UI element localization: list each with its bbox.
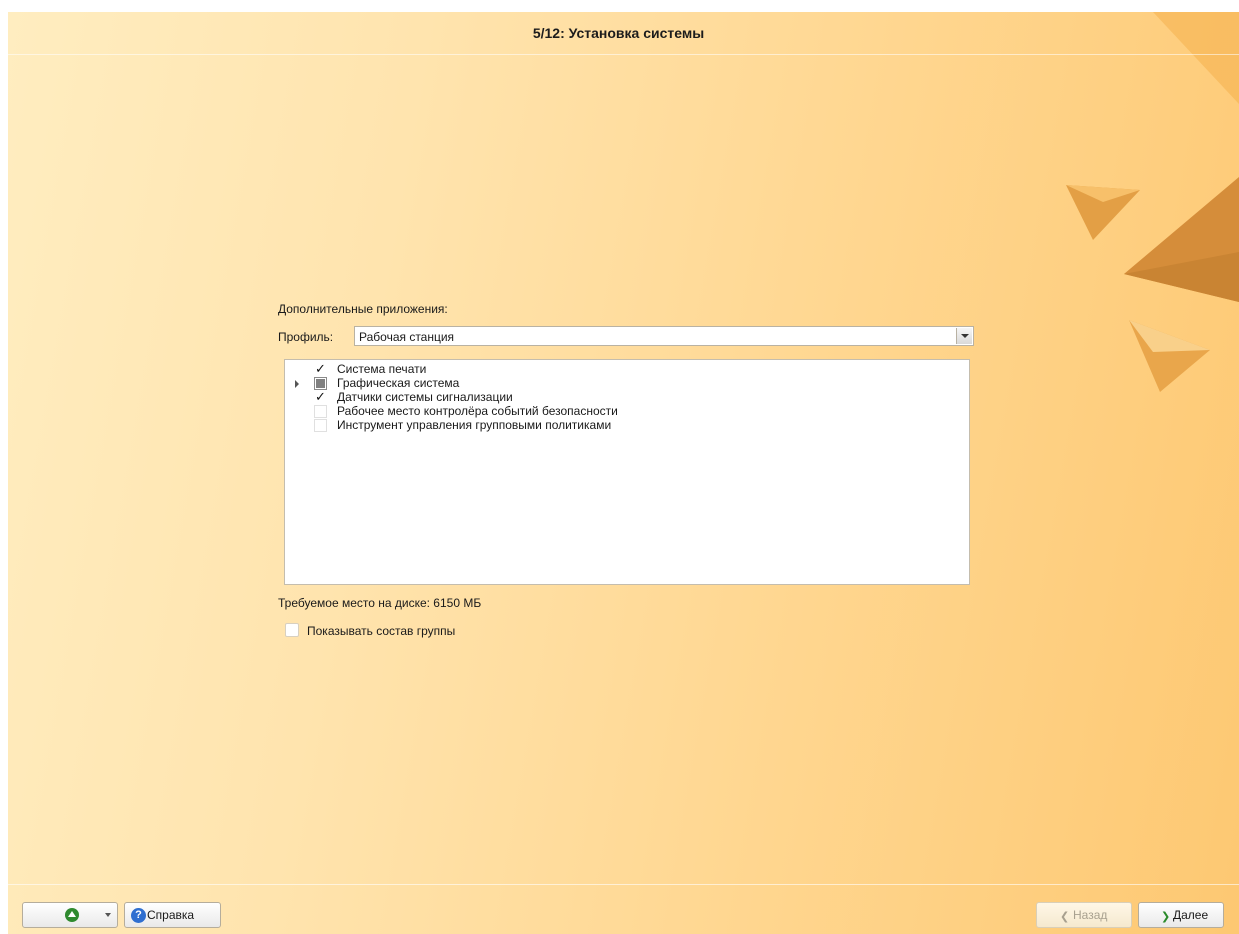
help-button[interactable]: ? Справка [124, 902, 221, 928]
checkbox-unchecked-icon[interactable] [314, 419, 327, 432]
chevron-right-icon: ❯ [1161, 911, 1171, 923]
tree-item-alarm-sensors[interactable]: ✓ Датчики системы сигнализации [285, 390, 965, 405]
title-bar: 5/12: Установка системы [8, 12, 1239, 55]
next-button[interactable]: ❯ Далее [1138, 902, 1224, 928]
tree-item-label: Графическая система [337, 376, 460, 390]
tree-item-label: Инструмент управления групповыми политик… [337, 418, 612, 432]
next-button-label: Далее [1173, 908, 1209, 922]
green-up-arrow-icon [65, 908, 79, 922]
chevron-left-icon: ❮ [1060, 911, 1070, 923]
app-group-tree[interactable]: ✓ Система печати Графическая система ✓ Д… [284, 359, 970, 585]
show-group-label: Показывать состав группы [307, 624, 456, 638]
tree-item-label: Система печати [337, 362, 427, 376]
back-button[interactable]: ❮ Назад [1036, 902, 1132, 928]
profile-row: Профиль: Рабочая станция [278, 326, 977, 348]
bottom-bar: ? Справка ❮ Назад ❯ Далее [8, 884, 1239, 934]
checkbox-checked-icon[interactable]: ✓ [314, 362, 327, 376]
back-button-label: Назад [1073, 908, 1108, 922]
checkbox-unchecked-icon[interactable] [285, 623, 299, 637]
question-mark-icon: ? [131, 908, 146, 923]
help-button-label: Справка [147, 908, 195, 922]
profile-label: Профиль: [278, 330, 334, 344]
disk-space-label: Требуемое место на диске: 6150 МБ [278, 596, 482, 610]
tree-item-label: Рабочее место контролёра событий безопас… [337, 404, 618, 418]
tree-item-security-controller[interactable]: Рабочее место контролёра событий безопас… [285, 405, 965, 419]
chevron-down-icon [105, 913, 111, 917]
additional-apps-label: Дополнительные приложения: [278, 302, 448, 316]
chevron-down-icon[interactable] [956, 328, 972, 344]
tree-item-label: Датчики системы сигнализации [337, 390, 513, 404]
expand-arrow-icon[interactable] [295, 380, 299, 388]
tree-item-group-policy[interactable]: Инструмент управления групповыми политик… [285, 419, 965, 433]
profile-value: Рабочая станция [359, 330, 455, 344]
tree-item-printing[interactable]: ✓ Система печати [285, 362, 965, 377]
tree-item-graphics[interactable]: Графическая система [285, 377, 965, 391]
installer-menu-button[interactable] [22, 902, 118, 928]
page-title: 5/12: Установка системы [532, 25, 705, 41]
profile-select[interactable]: Рабочая станция [354, 326, 974, 346]
checkbox-unchecked-icon[interactable] [314, 405, 327, 418]
checkbox-checked-icon[interactable]: ✓ [314, 390, 327, 404]
installer-window: 5/12: Установка системы Дополнительные п… [8, 12, 1239, 934]
